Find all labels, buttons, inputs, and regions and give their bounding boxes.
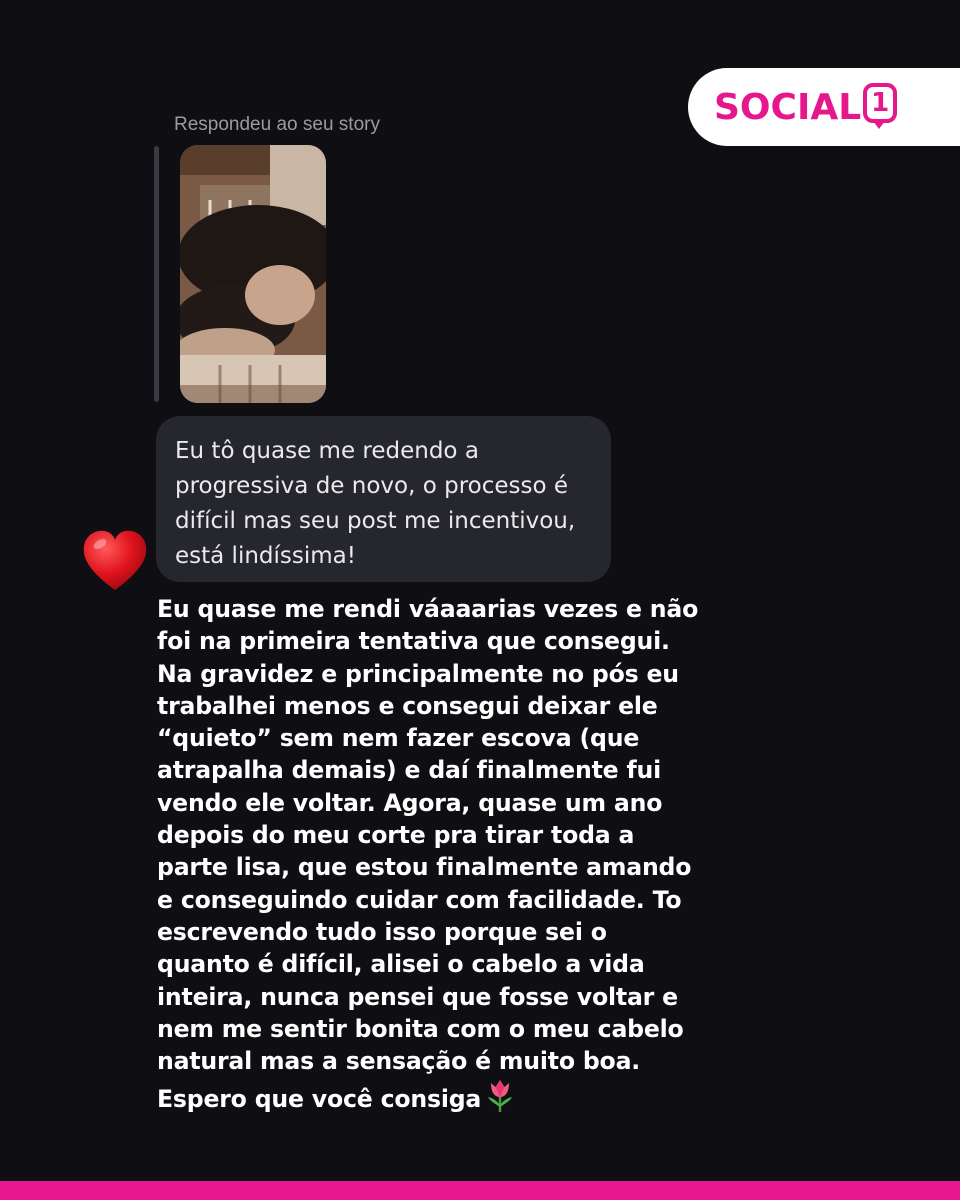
incoming-message-bubble: Eu tô quase me redendo a progressiva de … xyxy=(156,416,611,582)
reply-message-line: vendo ele voltar. Agora, quase um ano xyxy=(157,788,663,817)
post-canvas: SOCIAL 1 Respondeu ao seu story Eu tô qu… xyxy=(0,0,960,1200)
reply-message-line: atrapalha demais) e daí finalmente fui xyxy=(157,756,662,785)
story-thumbnail[interactable] xyxy=(180,145,326,403)
reply-message-line: Espero que você consiga xyxy=(157,1085,482,1114)
story-photo xyxy=(180,145,326,403)
bottom-accent-bar xyxy=(0,1181,960,1200)
incoming-message-line: está lindíssima! xyxy=(175,543,356,569)
reply-message-line: parte lisa, que estou finalmente amando xyxy=(157,853,692,882)
reply-message-line: inteira, nunca pensei que fosse voltar e xyxy=(157,982,678,1011)
reply-message-line: trabalhei menos e consegui deixar ele xyxy=(157,691,658,720)
reply-message-line: Na gravidez e principalmente no pós eu xyxy=(157,659,679,688)
logo-mark: 1 xyxy=(871,88,890,118)
reply-message-line: nem me sentir bonita com o meu cabelo xyxy=(157,1014,684,1043)
reply-message-line: Eu quase me rendi váaaarias vezes e não xyxy=(157,595,699,623)
brand-logo: SOCIAL 1 xyxy=(688,68,960,146)
reply-message: Eu quase me rendi váaaarias vezes e não … xyxy=(157,593,727,1116)
reply-message-line: e conseguindo cuidar com facilidade. To xyxy=(157,885,682,914)
tulip-icon xyxy=(488,1080,513,1113)
speech-bubble-icon: 1 xyxy=(863,83,898,129)
reply-message-line: escrevendo tudo isso porque sei o xyxy=(157,917,607,946)
reply-message-line: foi na primeira tentativa que consegui. xyxy=(157,627,670,656)
story-reply-label: Respondeu ao seu story xyxy=(174,114,380,135)
reply-message-line: “quieto” sem nem fazer escova (que xyxy=(157,724,640,753)
reply-message-line: natural mas a sensação é muito boa. xyxy=(157,1047,641,1076)
reply-message-last-line: Espero que você consiga xyxy=(157,1077,727,1115)
reply-message-line: quanto é difícil, alisei o cabelo a vida xyxy=(157,950,645,979)
reply-quote-bar xyxy=(154,146,159,402)
red-heart-icon[interactable] xyxy=(80,526,150,596)
incoming-message-line: progressiva de novo, o processo é xyxy=(175,473,569,499)
logo-text: SOCIAL xyxy=(714,86,862,128)
incoming-message-line: Eu tô quase me redendo a xyxy=(175,438,479,464)
incoming-message-line: difícil mas seu post me incentivou, xyxy=(175,508,576,534)
reply-message-line: depois do meu corte pra tirar toda a xyxy=(157,821,635,850)
